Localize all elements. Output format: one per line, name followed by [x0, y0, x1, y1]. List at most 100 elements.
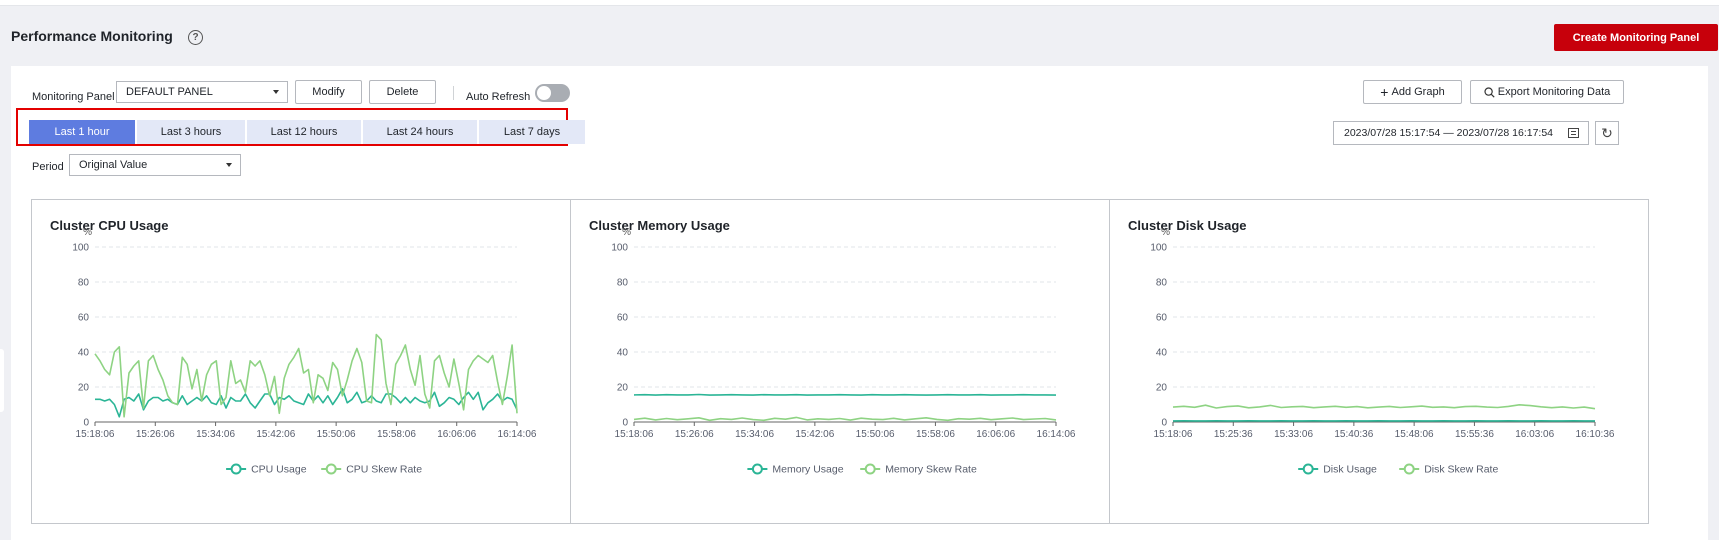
x-tick-label: 15:42:06 [256, 429, 295, 440]
y-tick-label: 60 [78, 313, 90, 324]
x-tick-label: 15:58:06 [377, 429, 416, 440]
help-icon[interactable]: ? [188, 30, 203, 45]
x-tick-label: 15:42:06 [795, 429, 834, 440]
x-tick-label: 15:18:06 [615, 429, 654, 440]
legend-marker [864, 463, 876, 475]
refresh-icon: ↻ [1601, 124, 1613, 141]
x-tick-label: 16:10:36 [1576, 429, 1615, 440]
delete-button[interactable]: Delete [369, 80, 436, 104]
date-range-picker[interactable]: 2023/07/28 15:17:54 — 2023/07/28 16:17:5… [1333, 121, 1589, 145]
monitoring-panel-value: DEFAULT PANEL [126, 86, 213, 98]
top-divider [0, 0, 1719, 6]
search-icon [1484, 86, 1495, 98]
x-tick-label: 15:18:06 [1154, 429, 1193, 440]
disk-usage-panel: Cluster Disk Usage % 0 20 40 60 80 100 15:18:06… [1109, 199, 1649, 524]
period-value: Original Value [79, 159, 148, 171]
date-range-value: 2023/07/28 15:17:54 — 2023/07/28 16:17:5… [1344, 127, 1554, 139]
period-select[interactable]: Original Value [69, 154, 241, 176]
x-tick-label: 15:50:06 [856, 429, 895, 440]
period-label: Period [32, 161, 64, 173]
y-tick-label: 20 [617, 383, 629, 394]
auto-refresh-label: Auto Refresh [466, 91, 531, 103]
y-unit-label: % [83, 227, 92, 238]
x-tick-label: 16:14:06 [1037, 429, 1076, 440]
refresh-button[interactable]: ↻ [1595, 121, 1619, 145]
add-graph-button[interactable]: + Add Graph [1363, 80, 1462, 104]
x-tick-label: 15:58:06 [916, 429, 955, 440]
chevron-down-icon [273, 90, 279, 94]
x-tick-label: 16:14:06 [498, 429, 537, 440]
series-line-memory-usage [633, 393, 1057, 396]
memory-usage-panel: Cluster Memory Usage % 0 20 40 60 80 100 15:18:… [570, 199, 1110, 524]
page-title: Performance Monitoring [11, 28, 173, 44]
x-tick-label: 16:06:06 [976, 429, 1015, 440]
y-tick-label: 60 [1156, 313, 1168, 324]
y-tick-label: 0 [83, 418, 89, 429]
y-tick-label: 40 [617, 348, 629, 359]
tab-last-24-hours[interactable]: Last 24 hours [363, 120, 477, 144]
x-tick-label: 16:06:06 [437, 429, 476, 440]
series-line-cpu-usage [95, 388, 518, 418]
x-tick-label: 16:03:06 [1515, 429, 1554, 440]
legend-marker [1403, 463, 1415, 475]
y-tick-label: 100 [1150, 243, 1167, 254]
chevron-down-icon [226, 163, 232, 167]
export-label: Export Monitoring Data [1497, 86, 1611, 98]
tab-last-12-hours[interactable]: Last 12 hours [247, 120, 361, 144]
legend-marker [1302, 463, 1314, 475]
x-tick-label: 15:26:06 [675, 429, 714, 440]
x-tick-label: 15:34:06 [196, 429, 235, 440]
tab-last-1-hour[interactable]: Last 1 hour [29, 120, 135, 144]
auto-refresh-toggle[interactable] [535, 84, 570, 102]
y-tick-label: 60 [617, 313, 629, 324]
legend-label: CPU Skew Rate [346, 464, 422, 476]
cpu-usage-panel: Cluster CPU Usage % 0 20 40 60 80 100 15:18:06 1… [31, 199, 571, 524]
add-graph-label: Add Graph [1391, 86, 1445, 98]
x-tick-label: 15:33:06 [1274, 429, 1313, 440]
legend-marker [325, 463, 337, 475]
series-line-disk-skew-rate [1172, 404, 1596, 410]
legend-label: Disk Skew Rate [1424, 464, 1498, 476]
tab-last-3-hours[interactable]: Last 3 hours [137, 120, 245, 144]
x-tick-label: 15:18:06 [76, 429, 115, 440]
memory-usage-chart: % 0 20 40 60 80 100 15:18:06 15:26:06 15:34:06 15:… [611, 227, 1076, 476]
x-tick-label: 15:48:06 [1395, 429, 1434, 440]
y-unit-label: % [622, 227, 631, 238]
legend-marker [751, 463, 763, 475]
y-tick-label: 80 [617, 278, 629, 289]
y-tick-label: 100 [611, 243, 628, 254]
x-tick-label: 15:25:36 [1214, 429, 1253, 440]
modify-button[interactable]: Modify [295, 80, 362, 104]
x-tick-label: 15:26:06 [136, 429, 175, 440]
y-tick-label: 40 [1156, 348, 1168, 359]
create-monitoring-panel-button[interactable]: Create Monitoring Panel [1554, 24, 1718, 51]
y-tick-label: 80 [1156, 278, 1168, 289]
y-tick-label: 40 [78, 348, 90, 359]
toggle-knob [537, 86, 551, 100]
monitoring-panel-select[interactable]: DEFAULT PANEL [116, 81, 288, 103]
cpu-usage-chart: % 0 20 40 60 80 100 15:18:06 15:26:06 15:34:06 15:… [72, 227, 537, 476]
export-monitoring-data-button[interactable]: Export Monitoring Data [1470, 80, 1624, 104]
y-tick-label: 20 [1156, 383, 1168, 394]
y-tick-label: 0 [1161, 418, 1167, 429]
x-tick-label: 15:50:06 [317, 429, 356, 440]
y-tick-label: 100 [72, 243, 89, 254]
tab-last-7-days[interactable]: Last 7 days [479, 120, 585, 144]
legend-label: Disk Usage [1323, 464, 1377, 476]
monitoring-panel-label: Monitoring Panel [32, 91, 115, 103]
plus-icon: + [1380, 84, 1389, 100]
legend-label: Memory Usage [772, 464, 843, 476]
legend-label: CPU Usage [251, 464, 307, 476]
x-tick-label: 15:55:36 [1455, 429, 1494, 440]
y-tick-label: 80 [78, 278, 90, 289]
y-tick-label: 0 [622, 418, 628, 429]
x-tick-label: 15:34:06 [735, 429, 774, 440]
x-tick-label: 15:40:36 [1334, 429, 1373, 440]
calendar-icon [1568, 128, 1579, 138]
y-tick-label: 20 [78, 383, 90, 394]
legend-marker [230, 463, 242, 475]
side-collapse-handle[interactable] [0, 349, 4, 412]
series-line-memory-skew-rate [633, 416, 1057, 422]
series-line-cpu-skew-rate [94, 333, 518, 418]
disk-usage-chart: % 0 20 40 60 80 100 15:18:06 15:25:36 15:33:06 15:… [1150, 227, 1615, 476]
